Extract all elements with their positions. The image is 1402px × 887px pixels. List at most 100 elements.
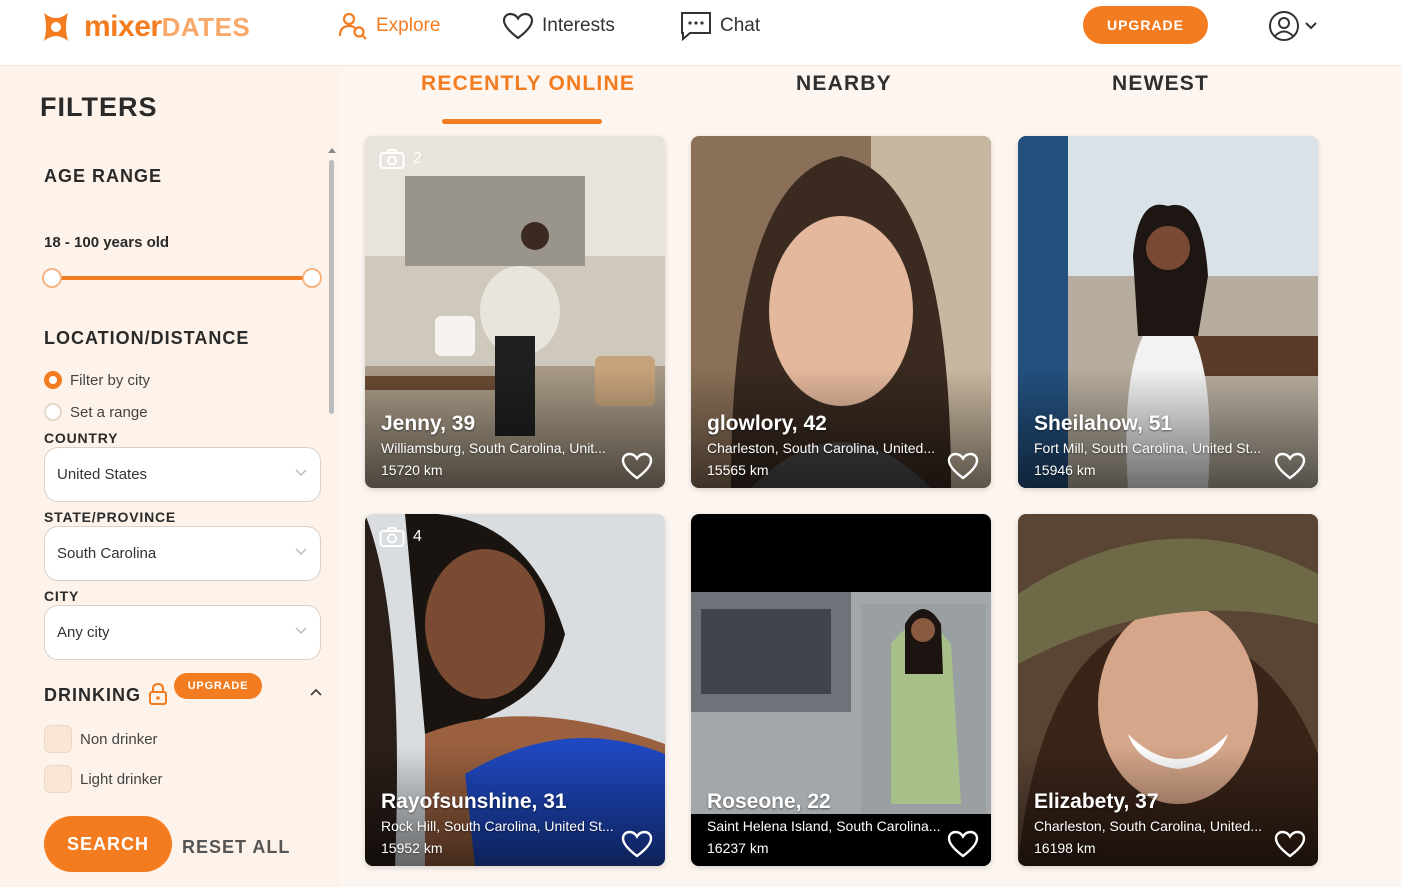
profile-name: Rayofsunshine, 31 bbox=[381, 790, 567, 813]
account-menu[interactable] bbox=[1268, 10, 1318, 42]
scrollbar-thumb[interactable] bbox=[329, 160, 334, 414]
profile-card[interactable]: glowlory, 42 Charleston, South Carolina,… bbox=[691, 136, 991, 488]
logo-text-main: mixer bbox=[84, 10, 162, 43]
radio-set-a-range[interactable]: Set a range bbox=[44, 403, 148, 421]
like-heart-icon[interactable] bbox=[947, 452, 979, 480]
state-select[interactable]: South Carolina bbox=[44, 526, 321, 581]
profile-location: Saint Helena Island, South Carolina... bbox=[707, 818, 941, 834]
location-title: LOCATION/DISTANCE bbox=[44, 328, 250, 348]
radio-unselected-indicator bbox=[44, 403, 62, 421]
profile-location: Rock Hill, South Carolina, United St... bbox=[381, 818, 614, 834]
radio-set-a-range-label: Set a range bbox=[70, 403, 148, 421]
top-header: mixerDATES Explore Interests Chat UPGRAD… bbox=[0, 0, 1402, 66]
profile-distance: 15952 km bbox=[381, 840, 443, 856]
chat-bubble-icon bbox=[681, 12, 711, 41]
profile-card[interactable]: Elizabety, 37 Charleston, South Carolina… bbox=[1018, 514, 1318, 866]
age-range-title: AGE RANGE bbox=[44, 166, 163, 186]
chevron-down-icon bbox=[1305, 22, 1317, 30]
radio-selected-indicator bbox=[44, 371, 62, 389]
chevron-down-icon bbox=[295, 627, 307, 635]
camera-icon bbox=[379, 527, 405, 547]
state-label: STATE/PROVINCE bbox=[44, 509, 177, 525]
scroll-up-arrow-icon bbox=[328, 148, 336, 153]
photo-count: 4 bbox=[379, 526, 422, 548]
like-heart-icon[interactable] bbox=[621, 830, 653, 858]
user-circle-icon bbox=[1269, 11, 1299, 41]
like-heart-icon[interactable] bbox=[1274, 452, 1306, 480]
nav-chat[interactable]: Chat bbox=[680, 10, 760, 42]
profile-distance: 15946 km bbox=[1034, 462, 1096, 478]
heart-outline-icon bbox=[502, 12, 534, 40]
profile-distance: 15565 km bbox=[707, 462, 769, 478]
profile-card[interactable]: Sheilahow, 51 Fort Mill, South Carolina,… bbox=[1018, 136, 1318, 488]
profile-name: Jenny, 39 bbox=[381, 412, 476, 435]
profile-name: Sheilahow, 51 bbox=[1034, 412, 1173, 435]
logo-text: mixerDATES bbox=[84, 10, 250, 44]
camera-icon bbox=[379, 149, 405, 169]
checkbox-non-drinker-label: Non drinker bbox=[80, 730, 158, 748]
brand-logo[interactable]: mixerDATES bbox=[38, 7, 250, 47]
country-select-value: United States bbox=[57, 466, 148, 483]
nav-interests[interactable]: Interests bbox=[502, 10, 615, 42]
checkbox-non-drinker[interactable]: Non drinker bbox=[44, 725, 158, 753]
profile-location: Charleston, South Carolina, United... bbox=[707, 440, 936, 456]
radio-filter-by-city[interactable]: Filter by city bbox=[44, 371, 150, 389]
tab-nearby[interactable]: NEARBY bbox=[796, 72, 892, 96]
profile-card[interactable]: 4 Rayofsunshine, 31 Rock Hill, South Car… bbox=[365, 514, 665, 866]
age-slider-max-handle[interactable] bbox=[302, 268, 322, 288]
photo-count-value: 4 bbox=[413, 528, 422, 545]
profile-location: Williamsburg, South Carolina, Unit... bbox=[381, 440, 606, 456]
profile-name: Elizabety, 37 bbox=[1034, 790, 1159, 813]
profile-card[interactable]: 2 Jenny, 39 Williamsburg, South Carolina… bbox=[365, 136, 665, 488]
state-select-value: South Carolina bbox=[57, 545, 157, 562]
checkbox-light-drinker-label: Light drinker bbox=[80, 770, 163, 788]
checkbox-box bbox=[44, 765, 72, 793]
chevron-down-icon bbox=[295, 469, 307, 477]
profile-distance: 16198 km bbox=[1034, 840, 1096, 856]
profile-distance: 15720 km bbox=[381, 462, 443, 478]
city-label: CITY bbox=[44, 588, 80, 604]
upgrade-button[interactable]: UPGRADE bbox=[1083, 6, 1208, 44]
profile-location: Fort Mill, South Carolina, United St... bbox=[1034, 440, 1262, 456]
city-select-value: Any city bbox=[57, 624, 110, 641]
chevron-up-icon[interactable] bbox=[310, 688, 322, 696]
radio-filter-by-city-label: Filter by city bbox=[70, 371, 151, 389]
lock-icon bbox=[149, 682, 167, 705]
nav-chat-label: Chat bbox=[720, 15, 761, 36]
nav-explore[interactable]: Explore bbox=[338, 10, 440, 42]
profile-name: Roseone, 22 bbox=[707, 790, 831, 813]
photo-count-value: 2 bbox=[413, 150, 422, 167]
checkbox-box bbox=[44, 725, 72, 753]
age-slider-min-handle[interactable] bbox=[42, 268, 62, 288]
checkbox-light-drinker[interactable]: Light drinker bbox=[44, 765, 163, 793]
drinking-title: DRINKING bbox=[44, 685, 141, 705]
age-range-value: 18 - 100 years old bbox=[44, 234, 170, 251]
search-button[interactable]: SEARCH bbox=[44, 816, 172, 872]
filter-panel: AGE RANGE 18 - 100 years old LOCATION/DI… bbox=[20, 140, 324, 887]
logo-text-suffix: DATES bbox=[161, 12, 251, 42]
photo-count: 2 bbox=[379, 148, 422, 170]
country-select[interactable]: United States bbox=[44, 447, 321, 502]
like-heart-icon[interactable] bbox=[621, 452, 653, 480]
active-tab-indicator bbox=[442, 119, 602, 124]
profile-location: Charleston, South Carolina, United... bbox=[1034, 818, 1263, 834]
logo-x-icon bbox=[38, 9, 74, 45]
chevron-down-icon bbox=[295, 548, 307, 556]
tab-newest[interactable]: NEWEST bbox=[1112, 72, 1209, 96]
explore-icon bbox=[338, 12, 367, 40]
drinking-upgrade-badge[interactable]: UPGRADE bbox=[174, 673, 262, 699]
profile-distance: 16237 km bbox=[707, 840, 769, 856]
tab-recently-online[interactable]: RECENTLY ONLINE bbox=[421, 72, 635, 96]
like-heart-icon[interactable] bbox=[1274, 830, 1306, 858]
sidebar-scrollbar[interactable] bbox=[326, 146, 336, 416]
like-heart-icon[interactable] bbox=[947, 830, 979, 858]
age-slider-track[interactable] bbox=[52, 276, 312, 280]
reset-all-button[interactable]: RESET ALL bbox=[182, 837, 290, 858]
nav-interests-label: Interests bbox=[542, 15, 615, 36]
profile-card[interactable]: Roseone, 22 Saint Helena Island, South C… bbox=[691, 514, 991, 866]
city-select[interactable]: Any city bbox=[44, 605, 321, 660]
nav-explore-label: Explore bbox=[376, 15, 441, 36]
filters-sidebar: FILTERS AGE RANGE 18 - 100 years old LOC… bbox=[0, 66, 340, 887]
filters-title: FILTERS bbox=[40, 92, 158, 122]
profile-name: glowlory, 42 bbox=[707, 412, 827, 435]
